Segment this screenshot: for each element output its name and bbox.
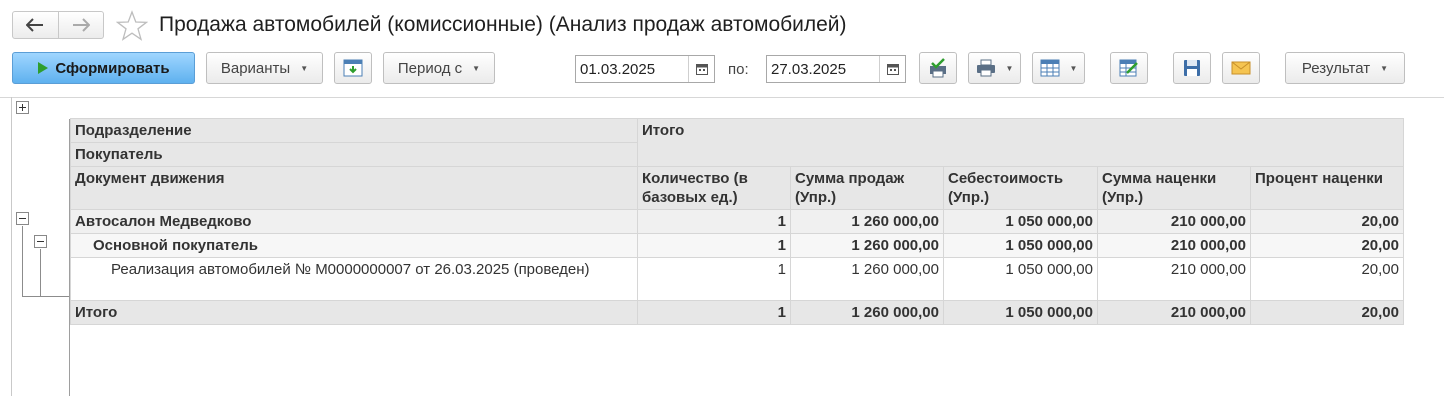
cell-quantity: 1 xyxy=(637,233,791,258)
row-label: Основной покупатель xyxy=(70,233,638,258)
total-label: Итого xyxy=(70,300,638,325)
page-title: Продажа автомобилей (комиссионные) (Анал… xyxy=(159,13,847,36)
table-icon xyxy=(1040,59,1060,77)
cell-quantity: 1 xyxy=(637,209,791,234)
column-header: Себестоимость (Упр.) xyxy=(943,166,1098,210)
cell-cost: 1 050 000,00 xyxy=(943,209,1098,234)
header-row-group-3: Документ движения xyxy=(70,166,638,210)
gutter-divider xyxy=(11,97,12,396)
collapse-subgroup-icon[interactable] xyxy=(34,235,47,248)
cell-markup-percent: 20,00 xyxy=(1250,209,1404,234)
cell-markup-percent: 20,00 xyxy=(1250,257,1404,301)
header-row: Подразделение Итого xyxy=(70,118,1404,167)
cell-markup-sum: 210 000,00 xyxy=(1097,209,1251,234)
cell-markup-sum: 210 000,00 xyxy=(1097,233,1251,258)
header-row: Документ движения Количество (в базовых … xyxy=(70,166,1404,210)
cell-quantity: 1 xyxy=(637,300,791,325)
cell-sales-sum: 1 260 000,00 xyxy=(790,209,944,234)
column-header: Сумма наценки (Упр.) xyxy=(1097,166,1251,210)
printer-icon xyxy=(976,59,995,77)
arrow-right-icon xyxy=(72,18,90,32)
cell-cost: 1 050 000,00 xyxy=(943,257,1098,301)
row-label-document[interactable]: Реализация автомобилей № М0000000007 от … xyxy=(70,257,638,301)
dropdown-arrow-icon: ▼ xyxy=(300,63,309,73)
cell-cost: 1 050 000,00 xyxy=(943,233,1098,258)
dropdown-arrow-icon: ▼ xyxy=(1005,63,1014,73)
column-header: Количество (в базовых ед.) xyxy=(637,166,791,210)
result-menu-button[interactable]: Результат ▼ xyxy=(1285,52,1405,84)
edit-table-icon xyxy=(1119,59,1138,77)
header-row-group-2: Покупатель xyxy=(70,142,638,167)
header-row-group-1: Подразделение xyxy=(70,118,638,143)
back-button[interactable] xyxy=(13,12,58,38)
printer-check-icon xyxy=(930,58,946,78)
play-icon xyxy=(38,62,49,74)
calendar-icon[interactable] xyxy=(688,56,714,82)
tree-connector xyxy=(22,226,23,297)
send-email-button[interactable] xyxy=(1222,52,1260,84)
table-row[interactable]: Реализация автомобилей № М0000000007 от … xyxy=(70,257,1404,301)
print-preview-button[interactable] xyxy=(919,52,957,84)
edit-report-button[interactable] xyxy=(1110,52,1148,84)
column-header: Сумма продаж (Упр.) xyxy=(790,166,944,210)
floppy-disk-icon xyxy=(1184,60,1200,76)
total-row: Итого 1 1 260 000,00 1 050 000,00 210 00… xyxy=(70,300,1404,325)
cell-markup-percent: 20,00 xyxy=(1250,233,1404,258)
arrow-left-icon xyxy=(26,18,44,32)
envelope-icon xyxy=(1231,61,1251,75)
calendar-icon[interactable] xyxy=(879,56,905,82)
cell-cost: 1 050 000,00 xyxy=(943,300,1098,325)
panel-download-icon xyxy=(343,59,363,77)
period-button-label: Период с xyxy=(397,59,463,77)
cell-markup-percent: 20,00 xyxy=(1250,300,1404,325)
cell-sales-sum: 1 260 000,00 xyxy=(790,257,944,301)
date-to-field[interactable]: 27.03.2025 xyxy=(766,55,906,83)
settings-panel-button[interactable] xyxy=(334,52,372,84)
header-total: Итого xyxy=(637,118,1404,167)
column-header: Процент наценки xyxy=(1250,166,1404,210)
dropdown-arrow-icon: ▼ xyxy=(472,63,481,73)
cell-sales-sum: 1 260 000,00 xyxy=(790,300,944,325)
dropdown-arrow-icon: ▼ xyxy=(1069,63,1078,73)
date-from-field[interactable]: 01.03.2025 xyxy=(575,55,715,83)
table-row[interactable]: Автосалон Медведково 1 1 260 000,00 1 05… xyxy=(70,209,1404,234)
toolbar-divider xyxy=(0,97,1444,98)
date-to-label: по: xyxy=(728,61,749,78)
forward-button[interactable] xyxy=(57,12,104,38)
generate-button[interactable]: Сформировать xyxy=(12,52,195,84)
cell-markup-sum: 210 000,00 xyxy=(1097,257,1251,301)
generate-button-label: Сформировать xyxy=(55,59,170,77)
period-button[interactable]: Период с ▼ xyxy=(383,52,495,84)
tree-connector xyxy=(40,249,41,296)
favorite-star-icon[interactable] xyxy=(116,10,148,42)
cell-quantity: 1 xyxy=(637,257,791,301)
tree-connector xyxy=(22,296,69,297)
variants-button[interactable]: Варианты ▼ xyxy=(206,52,323,84)
row-label: Автосалон Медведково xyxy=(70,209,638,234)
table-view-button[interactable]: ▼ xyxy=(1032,52,1085,84)
navigation-buttons xyxy=(12,11,104,39)
date-to-value: 27.03.2025 xyxy=(771,60,847,78)
print-button[interactable]: ▼ xyxy=(968,52,1021,84)
variants-button-label: Варианты xyxy=(220,59,291,77)
expand-all-icon[interactable] xyxy=(16,101,29,114)
dropdown-arrow-icon: ▼ xyxy=(1380,63,1389,73)
report-table: Подразделение Итого Покупатель Документ … xyxy=(70,118,1404,325)
cell-sales-sum: 1 260 000,00 xyxy=(790,233,944,258)
table-row[interactable]: Основной покупатель 1 1 260 000,00 1 050… xyxy=(70,233,1404,258)
save-button[interactable] xyxy=(1173,52,1211,84)
collapse-group-icon[interactable] xyxy=(16,212,29,225)
cell-markup-sum: 210 000,00 xyxy=(1097,300,1251,325)
date-from-value: 01.03.2025 xyxy=(580,60,656,78)
result-menu-label: Результат xyxy=(1301,59,1371,77)
